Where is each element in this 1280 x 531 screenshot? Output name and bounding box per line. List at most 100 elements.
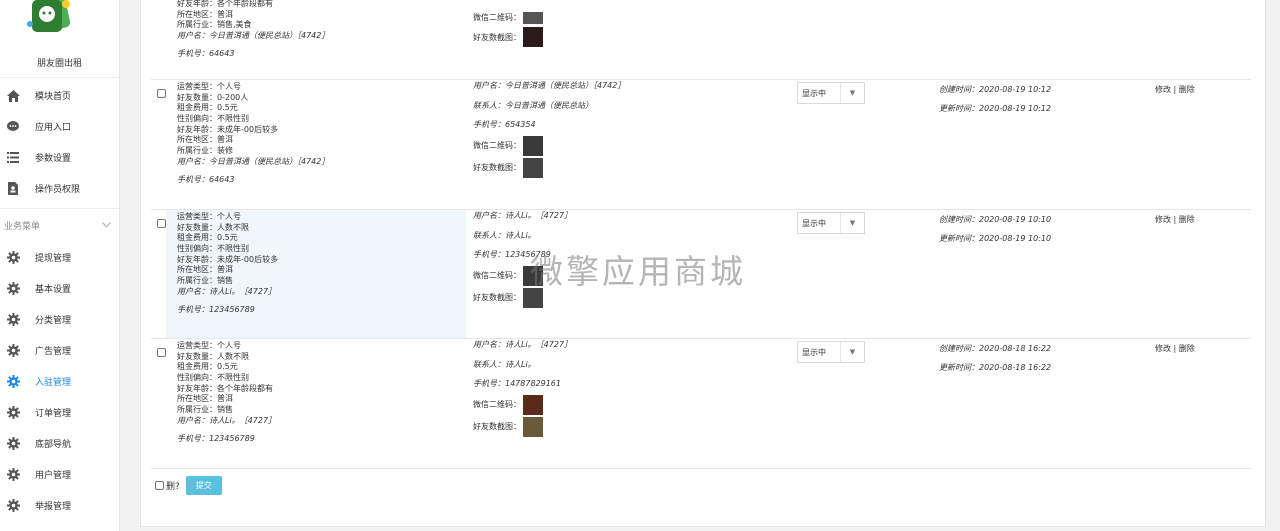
wechat-qr-image: [523, 135, 543, 156]
op-type: 运营类型：个人号: [177, 341, 241, 350]
sidebar-item-business[interactable]: 分类管理: [0, 304, 119, 335]
bulk-actions: 删? 提交: [155, 476, 222, 495]
wechat-qr-image: [523, 394, 543, 415]
sidebar-item-label: 入驻管理: [35, 378, 72, 388]
edit-link[interactable]: 修改: [1155, 215, 1171, 224]
industry: 所属行业：销售,美食: [177, 20, 252, 30]
sidebar-item-label: 基本设置: [35, 285, 72, 295]
sidebar-item-business[interactable]: 提现管理: [0, 242, 119, 273]
c2-contact: 联系人：诗人Li。: [473, 230, 536, 240]
phone: 手机号：123456789: [177, 433, 255, 443]
sidebar-item-business[interactable]: 入驻管理: [0, 366, 119, 397]
watermark: 微擎应用商城: [530, 252, 746, 291]
user-doc-icon: [6, 182, 20, 196]
created-time: 创建时间：2020-08-19 10:12: [939, 85, 1052, 94]
row-checkbox[interactable]: [157, 348, 166, 357]
screenshot-image: [523, 416, 543, 437]
region: 所在地区：普洱: [177, 135, 233, 145]
sidebar-item-params[interactable]: 参数设置: [0, 142, 119, 173]
status-select[interactable]: 显示中 ▼: [797, 341, 865, 363]
edit-link[interactable]: 修改: [1155, 344, 1171, 353]
region: 所在地区：普洱: [177, 265, 233, 275]
app-logo: [27, 0, 71, 33]
select-all-checkbox[interactable]: [155, 481, 164, 490]
submit-button[interactable]: 提交: [185, 476, 222, 495]
sidebar-item-label: 分类管理: [35, 316, 72, 326]
screenshot-image: [523, 157, 543, 178]
c2-phone: 手机号：14787829161: [473, 379, 561, 388]
table-row: 好友年龄：各个年龄段都有 所在地区：普洱 所属行业：销售,美食 用户名：今日普洱…: [151, 0, 1251, 80]
created-time: 创建时间：2020-08-19 10:10: [939, 215, 1052, 224]
delete-link[interactable]: 删除: [1179, 85, 1195, 94]
section-title: 业务菜单: [4, 222, 41, 232]
caret-down-icon: ▼: [840, 213, 864, 233]
sidebar-item-business[interactable]: 用户管理: [0, 459, 119, 490]
friend-age: 好友年龄：未成年-00后较多: [177, 254, 279, 264]
friend-age: 好友年龄：各个年龄段都有: [177, 383, 273, 393]
sidebar-item-app-entry[interactable]: 应用入口: [0, 111, 119, 142]
sidebar-item-business[interactable]: 底部导航: [0, 428, 119, 459]
updated-time: 更新时间：2020-08-18 16:22: [939, 363, 1052, 372]
edit-link[interactable]: 修改: [1155, 85, 1171, 94]
friend-count: 好友数量：人数不限: [177, 351, 249, 361]
business-menu-header[interactable]: 业务菜单: [0, 208, 119, 242]
rent-fee: 租金费用：0.5元: [177, 233, 238, 243]
sidebar-item-home[interactable]: 模块首页: [0, 80, 119, 111]
sidebar-item-label: 提现管理: [35, 254, 72, 264]
wechat-qr: 微信二维码：: [473, 135, 625, 157]
sidebar: 朋友圈出租 模块首页 应用入口 参数设置 操作员权限 业务菜单 提现管理 基本设…: [0, 0, 120, 531]
c2-username: 用户名：今日普洱通（便民总站）［4742］: [473, 81, 626, 90]
username: 用户名：今日普洱通（便民总站）［4742］: [177, 31, 330, 41]
industry: 所属行业：销售: [177, 405, 233, 415]
wechat-qr-image: [523, 11, 543, 24]
gear-icon: [6, 406, 20, 420]
c2-contact: 联系人：诗人Li。: [473, 359, 536, 369]
username: 用户名：诗人Li。［4727］: [177, 415, 277, 425]
row-checkbox[interactable]: [157, 219, 166, 228]
updated-time: 更新时间：2020-08-19 10:10: [939, 234, 1052, 243]
gear-icon: [6, 437, 20, 451]
sidebar-item-label: 操作员权限: [35, 185, 81, 195]
delete-link[interactable]: 删除: [1179, 344, 1195, 353]
friend-count: 好友数量：人数不限: [177, 222, 249, 232]
sidebar-item-label: 广告管理: [35, 347, 72, 357]
delete-link[interactable]: 删除: [1179, 215, 1195, 224]
sidebar-item-business[interactable]: 举报管理: [0, 490, 119, 521]
wechat-qr: 微信二维码：: [473, 8, 543, 28]
gear-icon: [6, 499, 20, 513]
op-type: 运营类型：个人号: [177, 82, 241, 91]
gender-pref: 性别偏向：不限性别: [177, 244, 249, 254]
home-icon: [6, 89, 20, 103]
list-icon: [6, 151, 20, 165]
friend-count-screenshot: 好友数截图：: [473, 416, 572, 438]
sidebar-item-label: 用户管理: [35, 471, 72, 481]
op-type: 运营类型：个人号: [177, 212, 241, 221]
friend-count-screenshot: 好友数截图：: [473, 27, 543, 48]
sidebar-item-business[interactable]: 基本设置: [0, 273, 119, 304]
table-row: 运营类型：个人号 好友数量：人数不限 租金费用：0.5元 性别偏向：不限性别 好…: [151, 339, 1251, 469]
status-select[interactable]: 显示中 ▼: [797, 82, 865, 104]
c2-username: 用户名：诗人Li。［4727］: [473, 211, 573, 220]
c2-phone: 手机号：654354: [473, 120, 536, 129]
sidebar-item-label: 订单管理: [35, 409, 72, 419]
status-select[interactable]: 显示中 ▼: [797, 212, 865, 234]
gear-icon: [6, 344, 20, 358]
caret-down-icon: ▼: [840, 342, 864, 362]
friend-count: 好友数量：0-200人: [177, 92, 249, 102]
sidebar-item-business[interactable]: 订单管理: [0, 397, 119, 428]
delete-label: 删?: [166, 482, 180, 492]
sidebar-item-operator[interactable]: 操作员权限: [0, 173, 119, 204]
sidebar-item-business[interactable]: 广告管理: [0, 335, 119, 366]
screenshot-image: [523, 27, 543, 48]
phone: 手机号：64643: [177, 48, 235, 58]
phone: 手机号：123456789: [177, 304, 255, 314]
updated-time: 更新时间：2020-08-19 10:12: [939, 104, 1052, 113]
status-value: 显示中: [802, 347, 826, 357]
separator: |: [1173, 215, 1177, 224]
username: 用户名：今日普洱通（便民总站）［4742］: [177, 156, 330, 166]
table-row: 运营类型：个人号 好友数量：0-200人 租金费用：0.5元 性别偏向：不限性别…: [151, 80, 1251, 210]
gender-pref: 性别偏向：不限性别: [177, 114, 249, 124]
row-checkbox[interactable]: [157, 89, 166, 98]
sidebar-item-label: 底部导航: [35, 440, 72, 450]
friend-age: 好友年龄：各个年龄段都有: [177, 0, 273, 8]
